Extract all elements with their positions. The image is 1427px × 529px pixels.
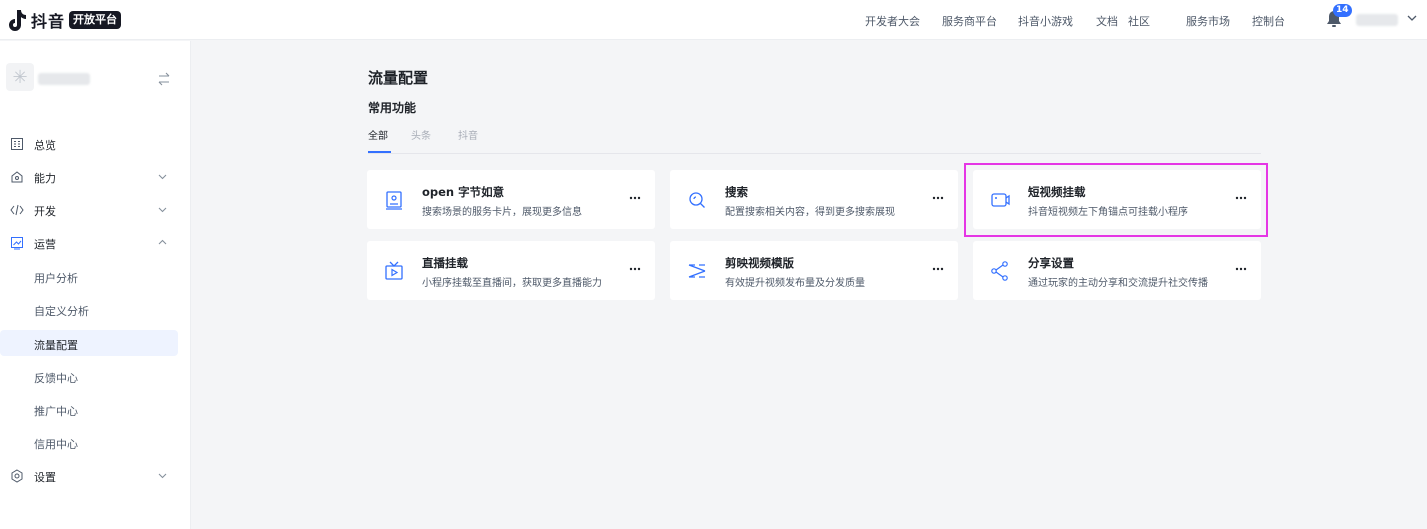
nav-community[interactable]: 社区 <box>1128 13 1150 29</box>
tab-toutiao[interactable]: 头条 <box>411 127 431 142</box>
sidebar-item-label: 总览 <box>34 139 56 152</box>
sidebar-subitem-credit[interactable]: 信用中心 <box>0 429 191 455</box>
douyin-logo-icon <box>6 9 26 31</box>
card-description: 有效提升视频发布量及分发质量 <box>725 278 865 289</box>
sidebar-item-settings[interactable]: 设置 <box>0 463 191 489</box>
ability-icon <box>11 171 23 183</box>
app-name <box>38 73 90 85</box>
sidebar-subitem-promotion[interactable]: 推广中心 <box>0 396 191 422</box>
live-icon <box>385 261 403 280</box>
more-icon[interactable] <box>629 195 641 201</box>
sidebar-item-overview[interactable]: 总览 <box>0 131 191 157</box>
nav-provider-platform[interactable]: 服务商平台 <box>942 13 997 29</box>
chevron-down-icon <box>158 473 167 479</box>
chevron-down-icon <box>158 174 167 180</box>
nav-service-market[interactable]: 服务市场 <box>1186 13 1230 29</box>
code-icon <box>10 204 24 216</box>
settings-icon <box>11 469 23 483</box>
tab-douyin[interactable]: 抖音 <box>458 127 478 142</box>
card-capcut-template[interactable]: 剪映视频模版 有效提升视频发布量及分发质量 <box>670 241 958 300</box>
sidebar-subitem-user-analysis[interactable]: 用户分析 <box>0 263 191 289</box>
card-title: 分享设置 <box>1028 256 1074 270</box>
brand-badge: 开放平台 <box>69 11 122 29</box>
card-description: 小程序挂载至直播间，获取更多直播能力 <box>422 278 602 289</box>
capcut-icon <box>688 264 706 278</box>
sidebar-item-ability[interactable]: 能力 <box>0 164 191 190</box>
card-description: 通过玩家的主动分享和交流提升社交传播 <box>1028 278 1208 289</box>
tab-bar: 全部 头条 抖音 <box>368 127 1261 154</box>
more-icon[interactable] <box>932 266 944 272</box>
sidebar-subitem-feedback[interactable]: 反馈中心 <box>0 363 191 389</box>
sidebar-subitem-custom-analysis[interactable]: 自定义分析 <box>0 296 191 322</box>
highlight-box <box>964 163 1268 237</box>
tab-all[interactable]: 全部 <box>368 127 388 142</box>
app-avatar: ✳ <box>6 63 34 91</box>
sidebar-item-label: 设置 <box>34 471 56 484</box>
sidebar-item-operation[interactable]: 运营 <box>0 230 191 256</box>
nav-developer-conference[interactable]: 开发者大会 <box>865 13 920 29</box>
card-title: 剪映视频模版 <box>725 256 794 270</box>
card-title: 搜索 <box>725 185 748 199</box>
card-title: 直播挂载 <box>422 256 468 270</box>
nav-console[interactable]: 控制台 <box>1252 13 1285 29</box>
notification-badge: 14 <box>1333 4 1352 17</box>
sidebar-item-label: 能力 <box>34 172 56 185</box>
page-title: 流量配置 <box>368 69 429 87</box>
more-icon[interactable] <box>932 195 944 201</box>
card-live-mount[interactable]: 直播挂载 小程序挂载至直播间，获取更多直播能力 <box>367 241 655 300</box>
sidebar-item-label: 开发 <box>34 205 56 218</box>
card-description: 搜索场景的服务卡片，展现更多信息 <box>422 207 582 218</box>
user-name[interactable] <box>1356 14 1398 26</box>
sidebar-item-label: 运营 <box>34 238 56 251</box>
card-id-icon <box>386 191 402 210</box>
switch-app-icon[interactable] <box>157 72 171 86</box>
nav-mini-games[interactable]: 抖音小游戏 <box>1018 13 1073 29</box>
chevron-down-icon <box>158 207 167 213</box>
brand-name: 抖音 <box>31 12 66 31</box>
more-icon[interactable] <box>1235 266 1247 272</box>
active-indicator <box>0 330 178 356</box>
active-tab-underline <box>368 151 391 153</box>
section-title: 常用功能 <box>368 101 417 115</box>
card-description: 配置搜索相关内容，得到更多搜索展现 <box>725 207 895 218</box>
search-icon <box>689 192 705 208</box>
sidebar: ✳ 总览 能力 开发 运营 用户分析 自定义分析 流量配置 反馈中心 推广中心 … <box>0 41 191 529</box>
chevron-up-icon <box>158 239 167 245</box>
operation-icon <box>11 237 23 250</box>
card-search[interactable]: 搜索 配置搜索相关内容，得到更多搜索展现 <box>670 170 958 229</box>
top-bar: 抖音 开放平台 开发者大会 服务商平台 抖音小游戏 文档 社区 服务市场 控制台… <box>0 0 1427 40</box>
share-icon <box>991 261 1008 281</box>
card-title: open 字节如意 <box>422 185 505 199</box>
card-share-settings[interactable]: 分享设置 通过玩家的主动分享和交流提升社交传播 <box>973 241 1261 300</box>
brand-logo[interactable]: 抖音 开放平台 <box>6 7 122 33</box>
sidebar-item-develop[interactable]: 开发 <box>0 197 191 223</box>
overview-icon <box>11 138 23 150</box>
chevron-down-icon[interactable] <box>1406 12 1418 24</box>
more-icon[interactable] <box>629 266 641 272</box>
card-open-ruyi[interactable]: open 字节如意 搜索场景的服务卡片，展现更多信息 <box>367 170 655 229</box>
nav-docs[interactable]: 文档 <box>1096 13 1118 29</box>
sidebar-subitem-traffic-config[interactable]: 流量配置 <box>0 330 191 356</box>
